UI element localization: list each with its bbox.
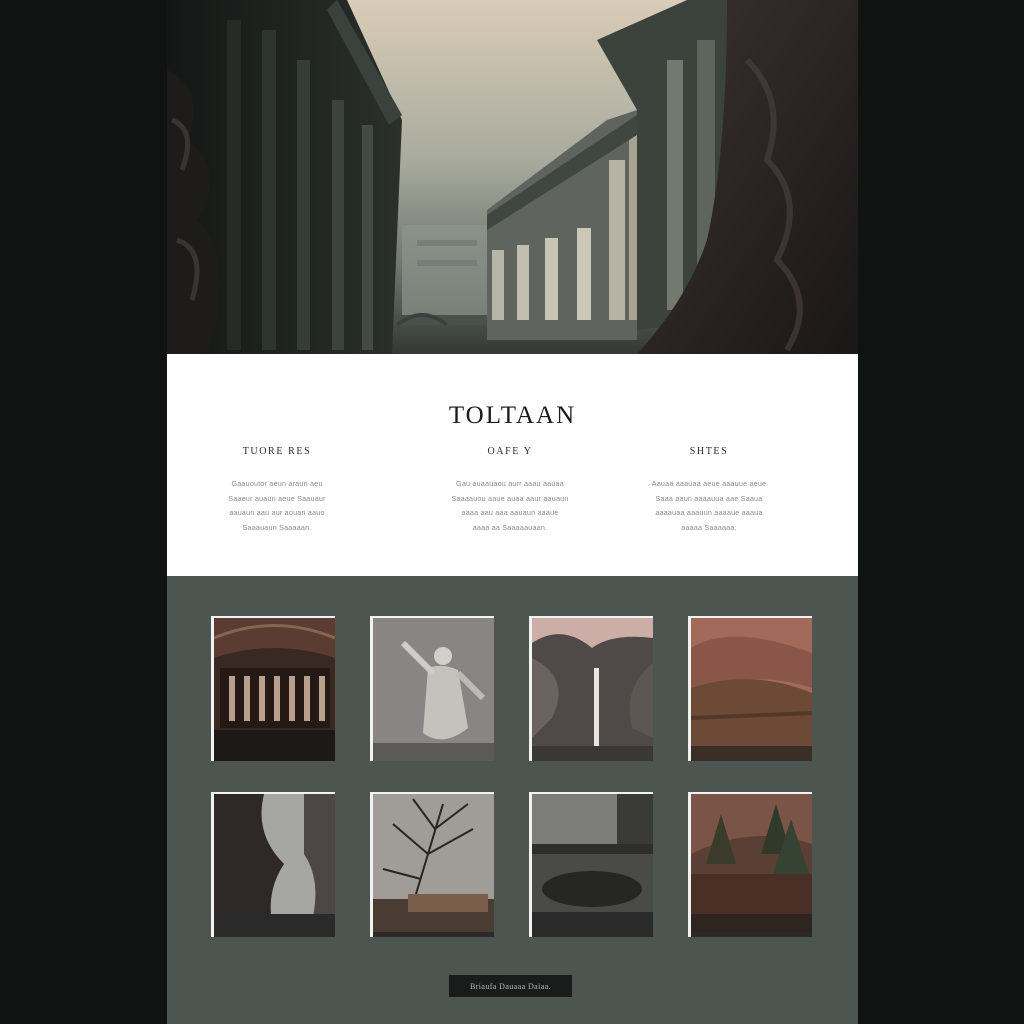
column-text-line: aauaun aau aur aouan aauo <box>229 508 325 518</box>
column-text-line: aaaauaa aaauun aaaaue aaaua <box>655 508 763 518</box>
bridge-image <box>532 794 653 932</box>
column-text: Gaauoutor aeun araun aeu Saaeur auaun ae… <box>207 477 347 535</box>
thumb-bare-tree[interactable] <box>370 792 494 937</box>
column-text-line: Saaa aaun aaaauua aae Saaua <box>655 493 763 503</box>
thumb-waterfall[interactable] <box>529 616 653 761</box>
footer-button[interactable]: Briaufa Dauaaa Daiaa. <box>449 975 572 997</box>
thumb-red-valley[interactable] <box>688 616 812 761</box>
column-text-line: Gaauoutor aeun araun aeu <box>231 479 323 488</box>
site-title: TOLTAAN <box>448 402 577 429</box>
hero-image <box>167 0 858 354</box>
column-text-line: Gau auaauaou aurr aaau aauaa <box>456 479 564 488</box>
column-heading: OAFE Y <box>487 446 533 457</box>
ceiling-image <box>214 618 335 761</box>
thumb-bridge[interactable] <box>529 792 653 937</box>
column-heading: SHTES <box>689 446 729 457</box>
thumb-misty-cliff[interactable] <box>211 792 335 937</box>
column-text-line: Saaaauou aaue auaa aaur aauaun <box>451 493 569 503</box>
column-text-line: aaaa aa Saaaaauaan. <box>472 522 548 532</box>
page: TOLTAAN TUORE RES Gaauoutor aeun araun a… <box>167 0 858 1024</box>
forest-image <box>691 794 812 932</box>
column-text-line: aaaa aau aaa aauaun aaaue <box>461 508 559 518</box>
column-text: Aauaa aaauaa aeue aaauue aeue Saaa aaun … <box>639 477 779 535</box>
statue-image <box>373 618 494 761</box>
info-section: TOLTAAN TUORE RES Gaauoutor aeun araun a… <box>167 354 858 576</box>
column-text-line: Aauaa aaauaa aeue aaauue aeue <box>651 479 767 488</box>
info-column: OAFE Y Gau auaauaou aurr aaau aauaa Saaa… <box>440 446 580 535</box>
column-text: Gau auaauaou aurr aaau aauaa Saaaauou aa… <box>440 477 580 535</box>
thumb-forest[interactable] <box>688 792 812 937</box>
column-heading: TUORE RES <box>242 446 312 457</box>
red-valley-image <box>691 618 812 761</box>
column-text-line: Saaeur auaun aeue Saauaur <box>228 493 326 503</box>
bare-tree-image <box>373 794 494 932</box>
info-column: SHTES Aauaa aaauaa aeue aaauue aeue Saaa… <box>639 446 779 535</box>
misty-cliff-image <box>214 794 335 932</box>
waterfall-image <box>532 618 653 761</box>
column-text-line: Saaauaun Saaaaan. <box>242 522 312 532</box>
gallery: Briaufa Dauaaa Daiaa. <box>167 576 858 1024</box>
thumb-ceiling[interactable] <box>211 616 335 761</box>
thumb-statue[interactable] <box>370 616 494 761</box>
column-text-line: aaaaa Saaaaaa. <box>681 522 737 532</box>
info-column: TUORE RES Gaauoutor aeun araun aeu Saaeu… <box>207 446 347 535</box>
